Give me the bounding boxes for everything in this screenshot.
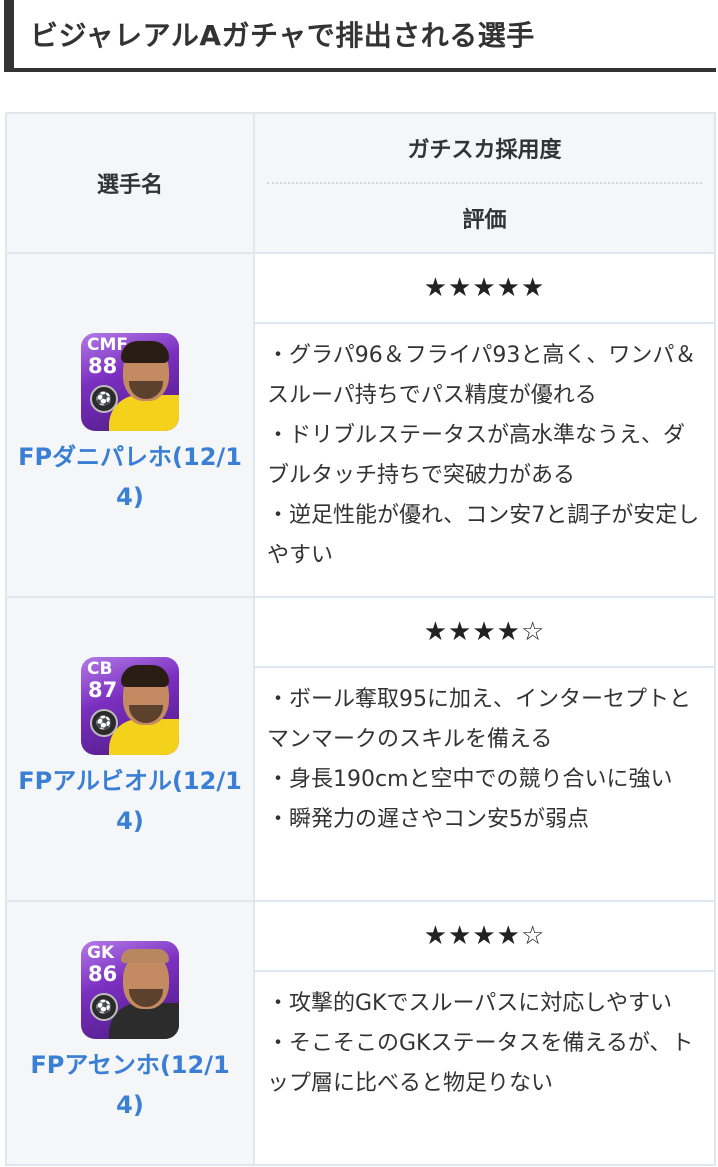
card-rating: 86: [88, 962, 118, 986]
table-row: CB 87 ⚽ FPアルビオル(12/14) ★★★★☆: [5, 596, 716, 902]
card-hair: [121, 341, 169, 363]
player-card-image[interactable]: CMF 88 ⚽: [81, 333, 179, 431]
description-point: ・逆足性能が優れ、コン安7と調子が安定しやすい: [267, 503, 700, 569]
header-usage: ガチスカ採用度: [407, 138, 562, 163]
description-point: ・そこそこのGKステータスを備えるが、トップ層に比べると物足りない: [267, 1031, 694, 1096]
player-card-image[interactable]: CB 87 ⚽: [81, 657, 179, 755]
player-description: ・ボール奪取95に加え、インターセプトとマンマークのスキルを備える ・身長190…: [253, 666, 716, 902]
player-description: ・グラパ96＆フライパ93と高く、ワンパ＆スルーパ持ちでパス精度が優れる ・ドリ…: [253, 322, 716, 598]
player-cell: CMF 88 ⚽ FPダニパレホ(12/14): [5, 252, 255, 598]
card-rating: 88: [88, 354, 118, 378]
card-rating: 87: [88, 678, 118, 702]
player-name-link[interactable]: FPアルビオル(12/14): [17, 761, 243, 841]
player-cell: CB 87 ⚽ FPアルビオル(12/14): [5, 596, 255, 902]
table-header-row: 選手名 ガチスカ採用度 評価: [5, 112, 716, 254]
card-hair: [121, 949, 169, 963]
rating-stars: ★★★★☆: [253, 596, 716, 668]
header-evaluation: 評価: [462, 208, 507, 233]
description-point: ・ドリブルステータスが高水準なうえ、ダブルタッチ持ちで突破力がある: [267, 423, 686, 489]
header-player-name: 選手名: [5, 112, 255, 254]
club-badge-icon: ⚽: [90, 709, 118, 737]
club-badge-icon: ⚽: [90, 993, 118, 1021]
description-point: ・身長190cmと空中での競り合いに強い: [267, 767, 673, 792]
player-name-link[interactable]: FPダニパレホ(12/14): [17, 437, 243, 517]
rating-stars: ★★★★★: [253, 251, 716, 325]
header-usage-cell: ガチスカ採用度 評価: [253, 112, 716, 254]
description-point: ・ボール奪取95に加え、インターセプトとマンマークのスキルを備える: [267, 687, 691, 752]
player-cell: GK 86 ⚽ FPアセンホ(12/14): [5, 900, 255, 1166]
description-point: ・グラパ96＆フライパ93と高く、ワンパ＆スルーパ持ちでパス精度が優れる: [267, 343, 697, 409]
card-position: GK: [87, 943, 115, 963]
table-row: CMF 88 ⚽ FPダニパレホ(12/14) ★★★★★: [5, 251, 716, 598]
section-heading: ビジャレアルAガチャで排出される選手: [4, 0, 716, 72]
player-description: ・攻撃的GKでスルーパスに対応しやすい ・そこそこのGKステータスを備えるが、ト…: [253, 970, 716, 1166]
table-row: GK 86 ⚽ FPアセンホ(12/14) ★★★★☆: [5, 900, 716, 1166]
card-hair: [121, 665, 169, 687]
gacha-player-table: 選手名 ガチスカ採用度 評価 CMF 88 ⚽ FPダニパレホ(12/14) ★…: [5, 112, 716, 1166]
card-position: CMF: [87, 335, 129, 355]
rating-stars: ★★★★☆: [253, 900, 716, 972]
player-card-image[interactable]: GK 86 ⚽: [81, 941, 179, 1039]
card-position: CB: [87, 659, 113, 679]
description-point: ・瞬発力の遅さやコン安5が弱点: [267, 807, 589, 832]
player-name-link[interactable]: FPアセンホ(12/14): [17, 1045, 243, 1125]
description-point: ・攻撃的GKでスルーパスに対応しやすい: [267, 991, 673, 1016]
club-badge-icon: ⚽: [90, 385, 118, 413]
